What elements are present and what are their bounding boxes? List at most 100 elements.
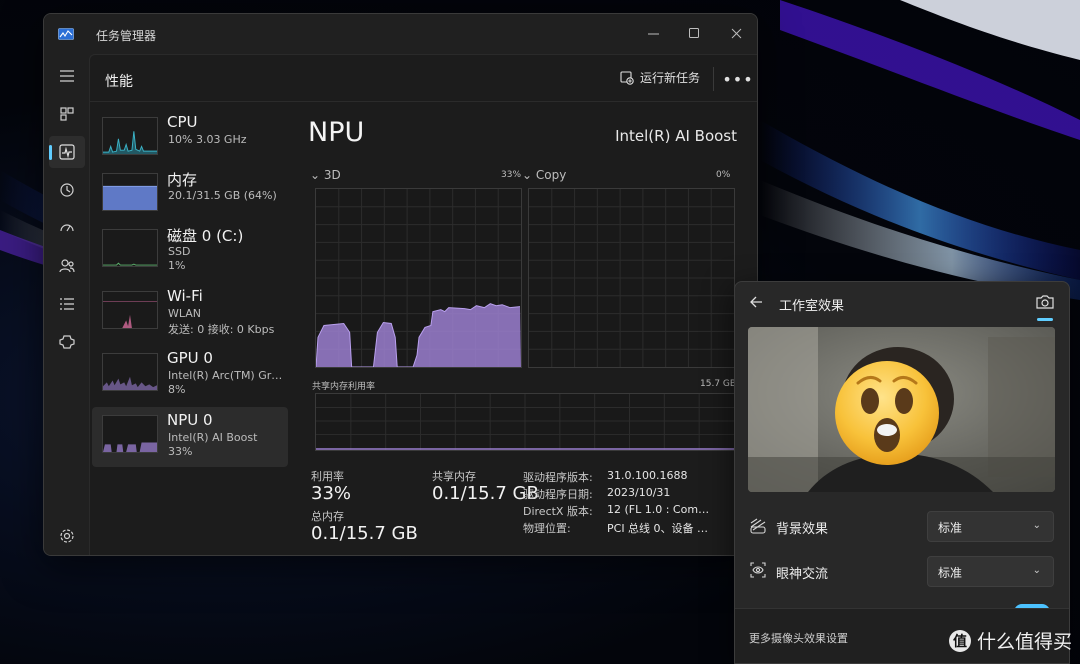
- device-gpu[interactable]: GPU 0 Intel(R) Arc(TM) Graphics 8%: [92, 345, 288, 405]
- directx-version-value: 12 (FL 1.0 : Compute): [607, 503, 715, 516]
- engine-3d-label: 3D: [323, 168, 341, 182]
- maximize-button[interactable]: [674, 20, 714, 46]
- close-icon: [731, 28, 741, 38]
- nav-startup-apps[interactable]: [49, 212, 85, 244]
- camera-preview-image: [748, 327, 1055, 492]
- device-name: 内存: [167, 171, 198, 189]
- users-icon: [59, 259, 75, 273]
- flyout-title: 工作室效果: [779, 299, 845, 314]
- shared-memory-graph: [315, 393, 735, 451]
- header-divider: [713, 67, 714, 91]
- menu-icon: [60, 70, 74, 82]
- back-button[interactable]: [749, 294, 763, 313]
- nav-users[interactable]: [49, 250, 85, 282]
- task-manager-window: 任务管理器 性能 运行新任务 ••• CPU 10% 3.03 GHz 内存 2…: [43, 13, 758, 556]
- eye-contact-value: 标准: [938, 566, 963, 580]
- nav-processes[interactable]: [49, 98, 85, 130]
- gpu-thumbnail-graph: [102, 353, 158, 391]
- title-bar[interactable]: 任务管理器: [44, 14, 757, 54]
- back-arrow-icon: [750, 296, 762, 308]
- run-new-task-label: 运行新任务: [640, 71, 701, 85]
- nav-settings[interactable]: [49, 520, 85, 552]
- directx-version-label: DirectX 版本:: [523, 505, 593, 518]
- wifi-thumbnail-graph: [102, 291, 158, 329]
- chevron-down-icon: ⌄: [1032, 565, 1041, 576]
- chevron-down-icon: ⌄: [522, 168, 536, 182]
- engine-copy-graph: [528, 188, 735, 368]
- studio-effects-flyout: 工作室效果 背景效果 标准 ⌄ 眼神交流 标准 ⌄ 更多摄像头效果设置: [734, 281, 1070, 664]
- device-usage: 发送: 0 接收: 0 Kbps: [168, 323, 275, 336]
- device-usage: 1%: [168, 259, 186, 272]
- more-options-button[interactable]: •••: [722, 65, 752, 93]
- engine-3d-pct: 33%: [501, 170, 522, 180]
- more-camera-settings-link[interactable]: 更多摄像头效果设置: [749, 630, 848, 646]
- disk-thumbnail-graph: [102, 229, 158, 267]
- device-disk[interactable]: 磁盘 0 (C:) SSD 1%: [92, 221, 288, 281]
- utilization-label: 利用率: [311, 470, 344, 483]
- background-effects-label: 背景效果: [776, 522, 829, 537]
- window-title: 任务管理器: [96, 29, 157, 43]
- driver-date-value: 2023/10/31: [607, 486, 671, 499]
- device-model: Intel(R) AI Boost: [615, 127, 737, 145]
- npu-thumbnail-graph: [102, 415, 158, 453]
- hamburger-menu-button[interactable]: [49, 60, 85, 92]
- device-npu[interactable]: NPU 0 Intel(R) AI Boost 33%: [92, 407, 288, 467]
- driver-version-value: 31.0.100.1688: [607, 469, 688, 482]
- chevron-down-icon: ⌄: [310, 168, 324, 182]
- device-detail: 20.1/31.5 GB (64%): [168, 189, 277, 202]
- device-detail: 10% 3.03 GHz: [168, 133, 247, 146]
- watermark-logo: 值: [948, 629, 971, 652]
- driver-date-label: 驱动程序日期:: [523, 488, 593, 501]
- close-button[interactable]: [716, 20, 756, 46]
- page-header: 性能 运行新任务 •••: [90, 55, 757, 102]
- shared-memory-graph-label: 共享内存利用率: [312, 382, 376, 392]
- nav-details[interactable]: [49, 288, 85, 320]
- nav-services[interactable]: [49, 326, 85, 358]
- nav-performance[interactable]: [49, 136, 85, 168]
- page-title: 性能: [105, 74, 133, 90]
- camera-preview: [748, 327, 1055, 492]
- device-name: 磁盘 0 (C:): [167, 227, 244, 245]
- cpu-thumbnail-graph: [102, 117, 158, 155]
- device-detail: Intel(R) Arc(TM) Graphics: [168, 369, 286, 382]
- shared-memory-label: 共享内存: [432, 470, 476, 483]
- device-detail: Intel(R) AI Boost: [168, 431, 258, 444]
- device-detail: WLAN: [168, 307, 202, 320]
- device-name: Wi-Fi: [167, 287, 203, 305]
- services-icon: [59, 335, 75, 349]
- run-task-icon: [620, 70, 634, 85]
- performance-icon: [59, 144, 75, 160]
- engine-copy-selector[interactable]: ⌄ Copy: [522, 168, 566, 182]
- device-memory[interactable]: 内存 20.1/31.5 GB (64%): [92, 165, 288, 225]
- startup-icon: [60, 224, 74, 232]
- nav-app-history[interactable]: [49, 174, 85, 206]
- camera-active-indicator: [1037, 318, 1053, 321]
- eye-contact-dropdown[interactable]: 标准 ⌄: [927, 556, 1054, 587]
- device-usage: 33%: [168, 445, 193, 458]
- camera-icon[interactable]: [1035, 294, 1055, 310]
- navigation-rail: [44, 54, 89, 555]
- device-cpu[interactable]: CPU 10% 3.03 GHz: [92, 109, 288, 169]
- total-memory-value: 0.1/15.7 GB: [311, 523, 418, 544]
- engine-3d-selector[interactable]: ⌄ 3D: [310, 168, 341, 182]
- device-wifi[interactable]: Wi-Fi WLAN 发送: 0 接收: 0 Kbps: [92, 283, 288, 343]
- memory-thumbnail-graph: [102, 173, 158, 211]
- driver-version-label: 驱动程序版本:: [523, 471, 593, 484]
- background-effects-value: 标准: [938, 521, 963, 535]
- content-pane: 性能 运行新任务 ••• CPU 10% 3.03 GHz 内存 20.1/31…: [89, 54, 757, 555]
- physical-location-value: PCI 总线 0、设备 11、功能 0: [607, 522, 715, 535]
- maximize-icon: [688, 27, 699, 38]
- background-effects-dropdown[interactable]: 标准 ⌄: [927, 511, 1054, 542]
- device-name: NPU 0: [167, 411, 213, 429]
- chevron-down-icon: ⌄: [1032, 520, 1041, 531]
- engine-3d-graph: [315, 188, 522, 368]
- engine-copy-label: Copy: [535, 168, 567, 182]
- device-detail: SSD: [168, 245, 191, 258]
- physical-location-label: 物理位置:: [523, 522, 571, 535]
- shared-memory-max: 15.7 GB: [700, 379, 737, 389]
- device-title: NPU: [308, 117, 365, 148]
- task-manager-app-icon: [58, 28, 74, 40]
- run-new-task-button[interactable]: 运行新任务: [620, 69, 700, 86]
- engine-copy-pct: 0%: [716, 170, 731, 180]
- minimize-button[interactable]: [633, 20, 673, 46]
